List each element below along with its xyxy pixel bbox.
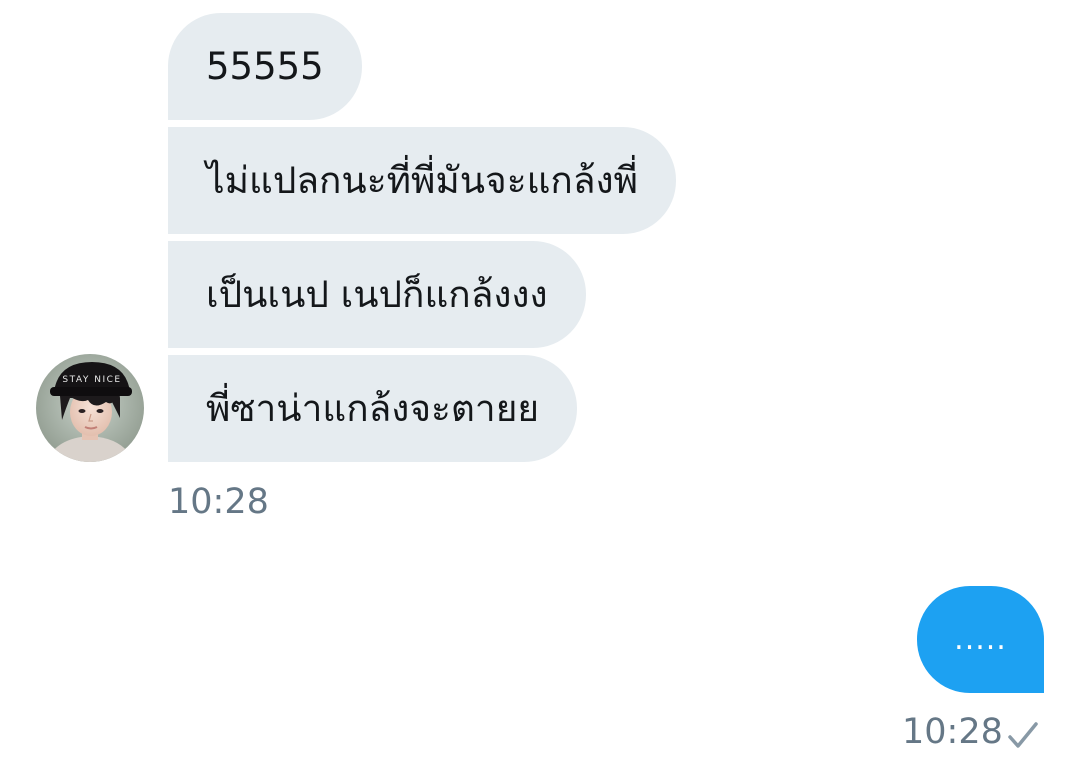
avatar-image: STAY NICE	[36, 354, 144, 462]
outgoing-timestamp: 10:28	[902, 712, 1003, 752]
checkmark-icon	[1008, 722, 1038, 748]
incoming-message[interactable]: เป็นเนป เนปก็แกล้งงง	[168, 241, 586, 348]
sender-avatar[interactable]: STAY NICE	[36, 354, 144, 462]
outgoing-message[interactable]: .....	[917, 586, 1044, 693]
message-text: ไม่แปลกนะที่พี่มันจะแกล้งพี่	[206, 159, 638, 202]
message-text: พี่ซาน่าแกล้งจะตายย	[206, 387, 540, 430]
message-text: เป็นเนป เนปก็แกล้งงง	[206, 273, 548, 316]
incoming-message[interactable]: พี่ซาน่าแกล้งจะตายย	[168, 355, 578, 462]
dm-conversation: 55555 ไม่แปลกนะที่พี่มันจะแกล้งพี่ เป็นเ…	[0, 0, 1078, 769]
incoming-message[interactable]: ไม่แปลกนะที่พี่มันจะแกล้งพี่	[168, 127, 676, 234]
message-text: 55555	[206, 45, 324, 88]
incoming-timestamp: 10:28	[168, 482, 269, 522]
cap-logo: STAY NICE	[62, 375, 121, 385]
message-text: .....	[954, 622, 1007, 657]
incoming-message[interactable]: 55555	[168, 13, 362, 120]
